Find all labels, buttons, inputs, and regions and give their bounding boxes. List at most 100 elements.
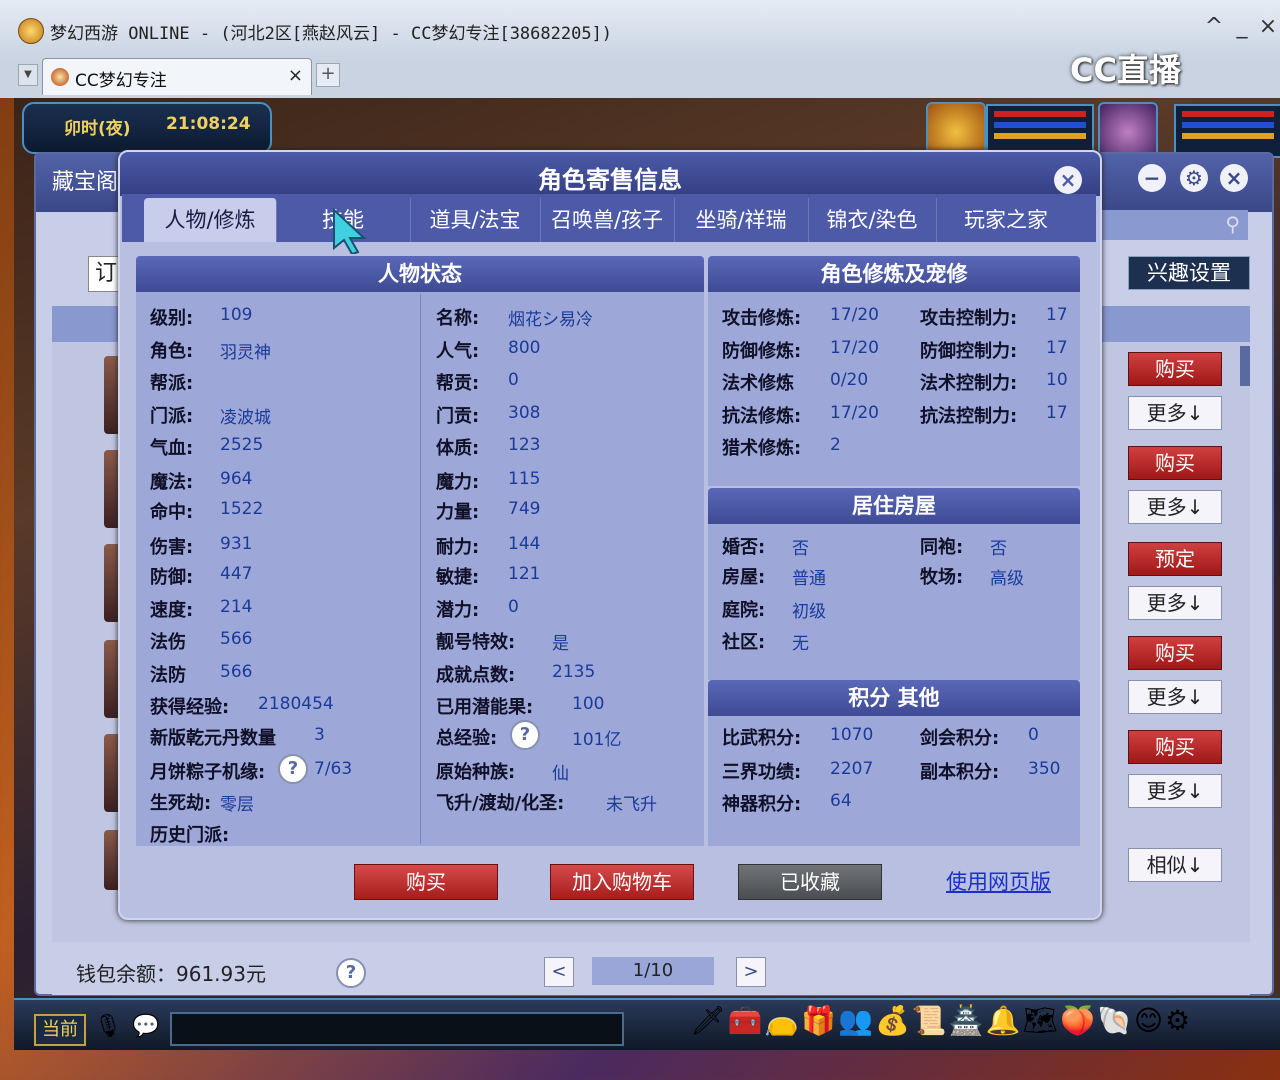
wallet-balance: 钱包余额：961.93元	[76, 962, 266, 986]
hud-toolbar[interactable]: 🗡🧰👝🎁👥💰📜🏯🔔🗺🍑🐚😊⚙	[690, 1004, 1192, 1037]
similar-button[interactable]: 相似↓	[1128, 848, 1222, 882]
status-value: 214	[220, 597, 253, 617]
favorited-button[interactable]: 已收藏	[738, 864, 882, 900]
field-label: 同袍:	[920, 537, 964, 558]
chat-channel-button[interactable]: 当前	[34, 1014, 86, 1046]
window-close-button[interactable]: ×	[1256, 14, 1280, 39]
next-page-button[interactable]: >	[736, 957, 766, 987]
listing-more-button[interactable]: 更多↓	[1128, 680, 1222, 714]
peach-icon[interactable]: 🍑	[1060, 1004, 1097, 1037]
field-value: 否	[792, 539, 809, 559]
status-value: 2135	[552, 662, 596, 682]
field-value: 17	[1046, 305, 1068, 325]
help-icon[interactable]: ?	[278, 754, 308, 784]
status-value: 0	[508, 597, 519, 617]
tab-outfits[interactable]: 锦衣/染色	[808, 198, 937, 242]
status-label: 级别:	[150, 308, 194, 329]
status-value: 931	[220, 534, 253, 554]
chat-bubble-icon[interactable]: 💬	[132, 1014, 159, 1039]
listing-more-button[interactable]: 更多↓	[1128, 490, 1222, 524]
interest-settings-button[interactable]: 兴趣设置	[1128, 256, 1250, 290]
field-value: 17/20	[830, 305, 879, 325]
listing-buy-button[interactable]: 购买	[1128, 446, 1222, 480]
tab-items[interactable]: 道具/法宝	[410, 198, 541, 242]
guild-icon[interactable]: 🏯	[949, 1004, 986, 1037]
help-icon[interactable]: ?	[510, 720, 540, 750]
field-value: 17/20	[830, 338, 879, 358]
status-label: 名称:	[436, 308, 480, 329]
field-value: 高级	[990, 569, 1024, 589]
field-label: 房屋:	[722, 567, 766, 588]
status-value: 447	[220, 564, 253, 584]
status-label: 敏捷:	[436, 567, 480, 588]
status-label: 命中:	[150, 502, 194, 523]
bag-icon[interactable]: 👝	[764, 1004, 801, 1037]
field-label: 剑会积分:	[920, 728, 1000, 749]
status-label: 已用潜能果:	[436, 697, 534, 718]
listing-buy-button[interactable]: 购买	[1128, 730, 1222, 764]
panel-search-field[interactable]: ⚲	[1098, 210, 1248, 240]
status-value: 0	[508, 370, 519, 390]
tab-mounts[interactable]: 坐骑/祥瑞	[674, 198, 809, 242]
shell-icon[interactable]: 🐚	[1097, 1004, 1134, 1037]
listing-more-button[interactable]: 更多↓	[1128, 774, 1222, 808]
wallet-help-icon[interactable]: ?	[336, 958, 366, 988]
face-icon[interactable]: 😊	[1134, 1004, 1165, 1037]
prev-page-button[interactable]: <	[544, 957, 574, 987]
housing-section-header: 居住房屋	[708, 488, 1080, 524]
new-tab-button[interactable]: +	[316, 63, 340, 87]
browser-tab[interactable]: CC梦幻专注 ×	[42, 58, 312, 95]
buy-button[interactable]: 购买	[354, 864, 498, 900]
listing-more-button[interactable]: 更多↓	[1128, 586, 1222, 620]
voice-icon[interactable]: 🎙	[94, 1014, 122, 1039]
field-value: 2	[830, 435, 841, 455]
status-label: 获得经验:	[150, 697, 230, 718]
chest-icon[interactable]: 🧰	[728, 1004, 765, 1037]
tab-menu-button[interactable]: ▼	[18, 64, 38, 86]
bell-icon[interactable]: 🔔	[986, 1004, 1023, 1037]
tab-close-button[interactable]: ×	[288, 65, 303, 86]
gift-icon[interactable]: 🎁	[801, 1004, 838, 1037]
panel-title: 藏宝阁	[52, 170, 119, 195]
status-label: 成就点数:	[436, 665, 516, 686]
tab-character[interactable]: 人物/修炼	[144, 198, 277, 242]
status-label: 力量:	[436, 502, 480, 523]
team-icon[interactable]: 👥	[838, 1004, 875, 1037]
listing-reserve-button[interactable]: 预定	[1128, 542, 1222, 576]
mouse-cursor-icon	[333, 208, 367, 254]
panel-close-button[interactable]: ×	[1220, 164, 1248, 192]
status-value: 是	[552, 634, 569, 654]
window-minimize-button[interactable]: _	[1230, 14, 1254, 39]
status-label: 魔力:	[436, 472, 480, 493]
field-label: 抗法控制力:	[920, 406, 1018, 427]
tab-home[interactable]: 玩家之家	[936, 198, 1076, 242]
add-to-cart-button[interactable]: 加入购物车	[550, 864, 694, 900]
list-scrollbar[interactable]	[1240, 346, 1250, 386]
status-label: 体质:	[436, 438, 480, 459]
status-label: 防御:	[150, 567, 194, 588]
panel-settings-gear-icon[interactable]: ⚙	[1180, 164, 1208, 192]
tab-pets[interactable]: 召唤兽/孩子	[540, 198, 675, 242]
window-restore-button[interactable]: ^	[1202, 14, 1226, 39]
status-label: 飞升/渡劫/化圣:	[436, 793, 565, 814]
points-section-header: 积分 其他	[708, 680, 1080, 716]
money-icon[interactable]: 💰	[875, 1004, 912, 1037]
sword-icon[interactable]: 🗡	[690, 1004, 728, 1037]
scroll-icon[interactable]: 📜	[912, 1004, 949, 1037]
map-icon[interactable]: 🗺	[1023, 1004, 1061, 1037]
listing-buy-button[interactable]: 购买	[1128, 636, 1222, 670]
status-value: 2180454	[258, 694, 334, 714]
panel-minimize-button[interactable]: −	[1138, 164, 1166, 192]
status-value: 566	[220, 629, 253, 649]
field-value: 0/20	[830, 370, 869, 390]
field-label: 攻击控制力:	[920, 308, 1018, 329]
dialog-close-button[interactable]: ×	[1054, 166, 1082, 194]
listing-buy-button[interactable]: 购买	[1128, 352, 1222, 386]
use-web-version-link[interactable]: 使用网页版	[946, 866, 1051, 896]
field-label: 社区:	[722, 632, 766, 653]
field-label: 副本积分:	[920, 762, 1000, 783]
chat-input[interactable]	[170, 1012, 624, 1046]
system-icon[interactable]: ⚙	[1165, 1004, 1192, 1037]
listing-more-button[interactable]: 更多↓	[1128, 396, 1222, 430]
search-icon[interactable]: ⚲	[1225, 212, 1240, 236]
